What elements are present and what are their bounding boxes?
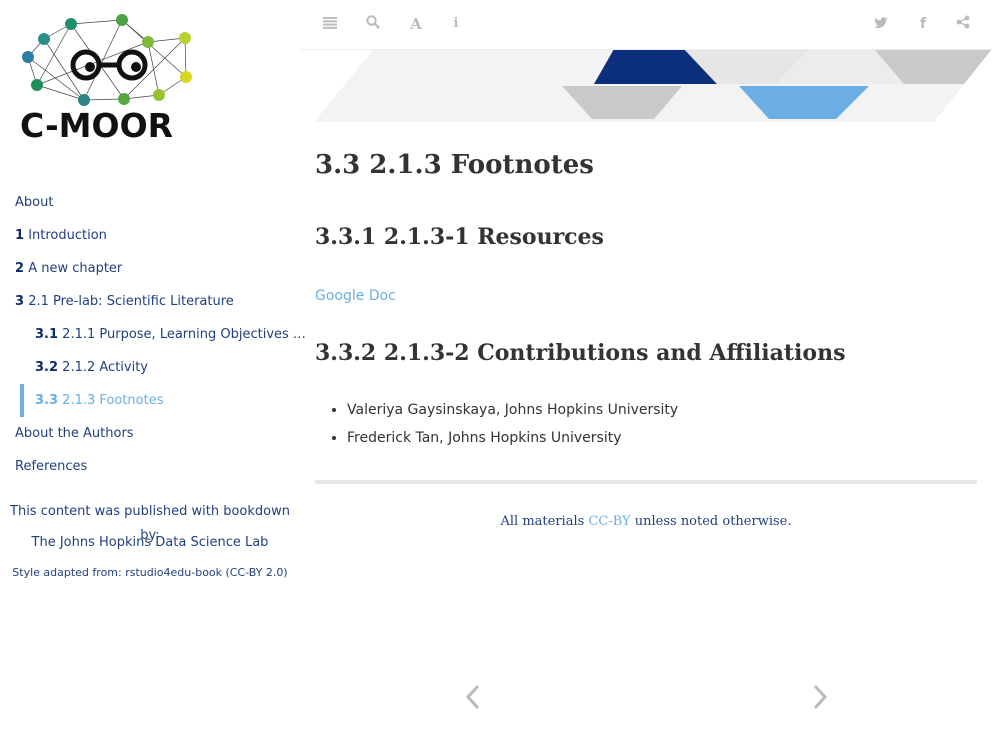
contributors-list: Valeriya Gaysinskaya, Johns Hopkins Univ… <box>315 396 678 452</box>
toc-label: References <box>15 459 88 474</box>
toc-item-about-authors[interactable]: About the Authors <box>0 417 300 450</box>
sidebar: C-MOOR About 1 Introduction 2 A new chap… <box>0 0 306 744</box>
license-footer: All materials CC-BY unless noted otherwi… <box>315 514 977 529</box>
decorative-banner <box>314 49 992 122</box>
toc-item-introduction[interactable]: 1 Introduction <box>0 219 300 252</box>
toc-label: About <box>15 195 54 210</box>
book-toolbar: A i f <box>300 0 992 50</box>
facebook-icon[interactable]: f <box>913 14 933 34</box>
list-item: Frederick Tan, Johns Hopkins University <box>347 424 678 452</box>
toc-number: 2 <box>15 261 25 276</box>
toc-number: 3 <box>15 294 25 309</box>
divider <box>315 480 977 484</box>
toc-label: Introduction <box>28 228 107 243</box>
credits: This content was published with bookdown… <box>0 500 300 585</box>
toc-number: 1 <box>15 228 25 243</box>
toc-number: 3.3 <box>35 393 59 408</box>
footer-text-post: unless noted otherwise. <box>630 514 792 529</box>
page-title: 3.3 2.1.3 Footnotes <box>315 150 594 180</box>
list-item: Valeriya Gaysinskaya, Johns Hopkins Univ… <box>347 396 678 424</box>
credits-published-by: This content was published with bookdown… <box>10 504 290 543</box>
section-heading-resources: 3.3.1 2.1.3-1 Resources <box>315 224 604 250</box>
section-heading-contributions: 3.3.2 2.1.3-2 Contributions and Affiliat… <box>315 340 846 366</box>
info-icon[interactable]: i <box>446 14 466 34</box>
toc-item-about[interactable]: About <box>0 186 300 219</box>
table-of-contents: About 1 Introduction 2 A new chapter 3 2… <box>0 186 306 483</box>
toc-label: About the Authors <box>15 426 134 441</box>
credits-lab-link[interactable]: The Johns Hopkins Data Science Lab <box>0 531 300 561</box>
twitter-icon[interactable] <box>871 14 891 34</box>
toc-item-footnotes[interactable]: 3.3 2.1.3 Footnotes <box>0 384 300 417</box>
share-icon[interactable] <box>953 14 973 34</box>
toc-label: 2.1 Pre-lab: Scientific Literature <box>28 294 234 309</box>
toc-number: 3.2 <box>35 360 59 375</box>
toc-label: A new chapter <box>28 261 123 276</box>
cc-by-link[interactable]: CC-BY <box>588 514 630 529</box>
google-doc-link[interactable]: Google Doc <box>315 288 396 304</box>
next-page-icon[interactable] <box>807 680 831 714</box>
toc-label: 2.1.3 Footnotes <box>62 393 164 408</box>
toc-item-pre-lab[interactable]: 3 2.1 Pre-lab: Scientific Literature <box>0 285 300 318</box>
toc-item-activity[interactable]: 3.2 2.1.2 Activity <box>0 351 300 384</box>
credits-style-link[interactable]: Style adapted from: rstudio4edu-book (CC… <box>0 561 300 585</box>
logo-text: C-MOOR <box>20 106 174 145</box>
font-icon[interactable]: A <box>406 14 426 34</box>
toc-label: 2.1.1 Purpose, Learning Objectives … <box>62 327 306 342</box>
toc-label: 2.1.2 Activity <box>62 360 148 375</box>
list-icon[interactable] <box>320 14 340 34</box>
previous-page-icon[interactable] <box>462 680 486 714</box>
toc-number: 3.1 <box>35 327 59 342</box>
toc-item-new-chapter[interactable]: 2 A new chapter <box>0 252 300 285</box>
toc-item-purpose[interactable]: 3.1 2.1.1 Purpose, Learning Objectives … <box>0 318 306 351</box>
footer-text-pre: All materials <box>500 514 589 529</box>
toc-item-references[interactable]: References <box>0 450 300 483</box>
search-icon[interactable] <box>363 14 383 34</box>
